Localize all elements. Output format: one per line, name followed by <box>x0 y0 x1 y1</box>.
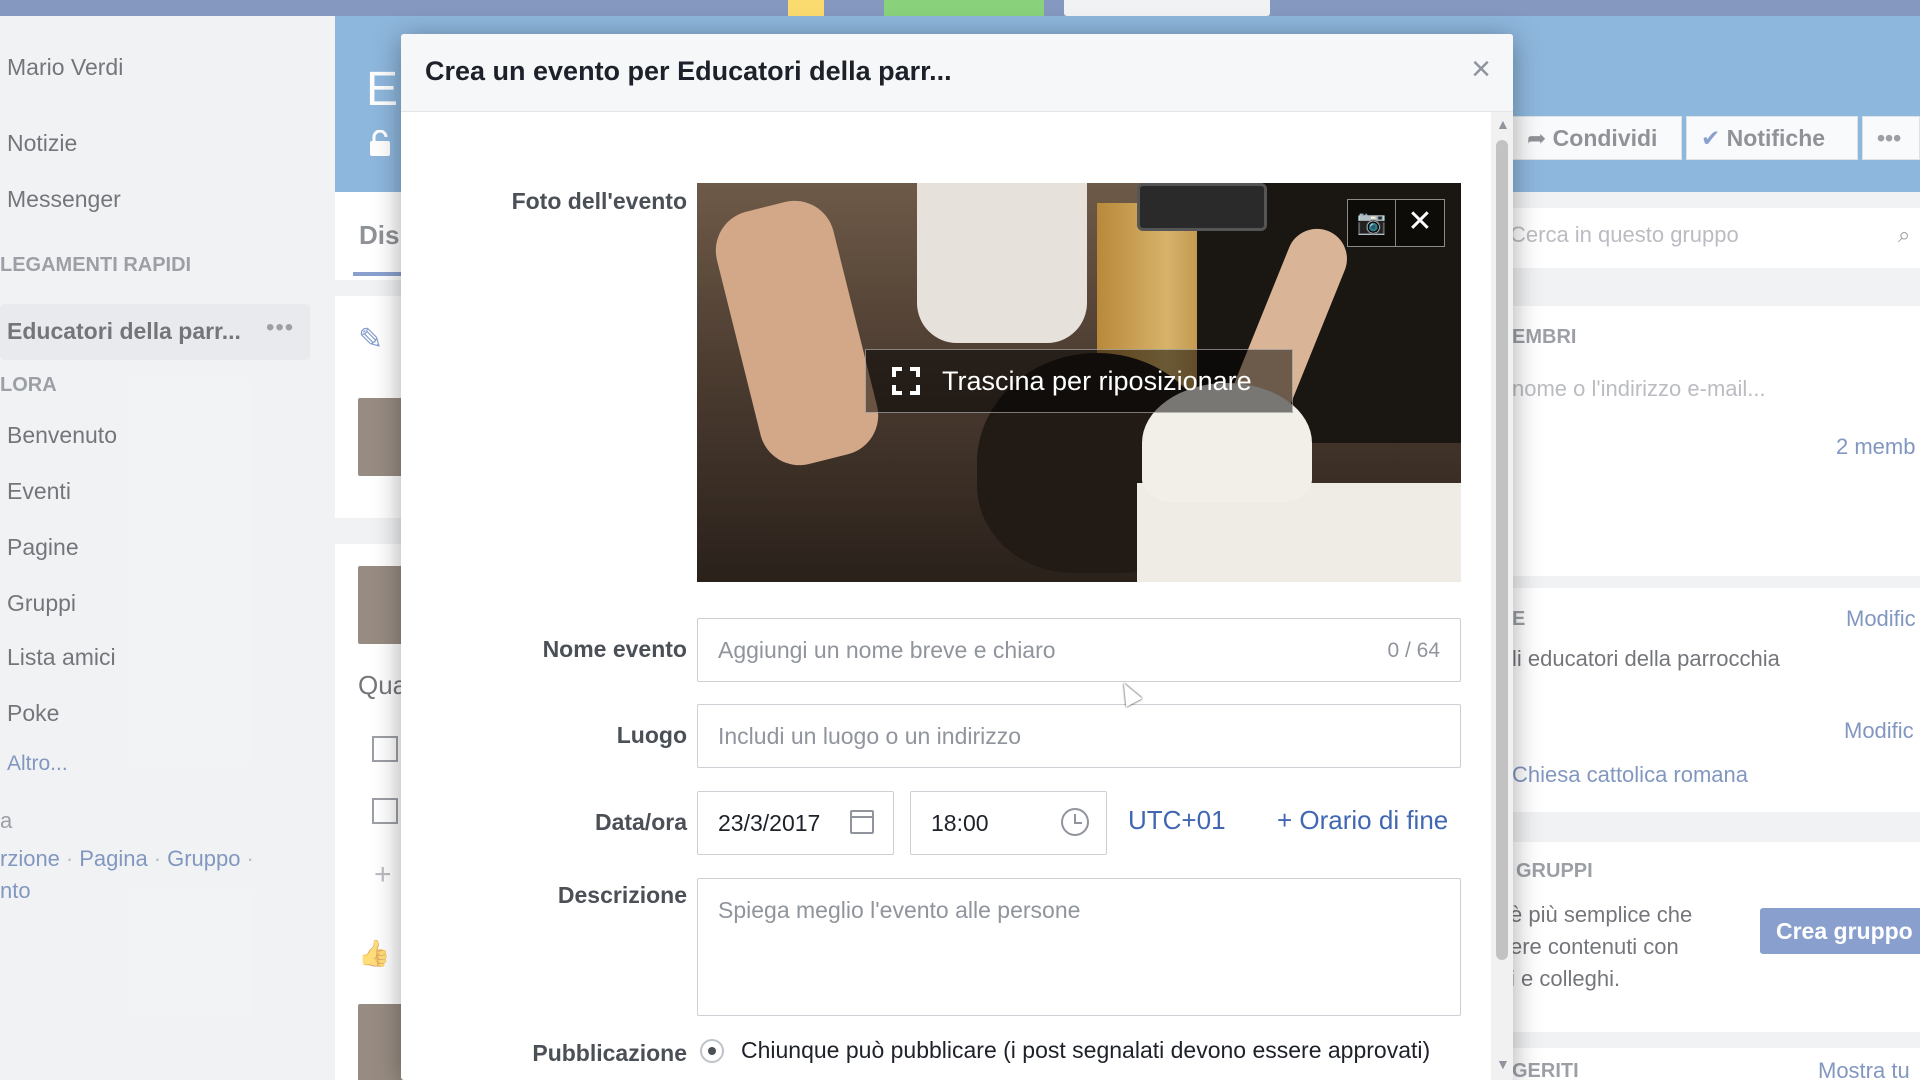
photo-layer <box>917 183 1087 343</box>
timezone-link[interactable]: UTC+01 <box>1128 805 1226 836</box>
date-value: 23/3/2017 <box>718 810 821 836</box>
add-end-time-link[interactable]: + Orario di fine <box>1277 805 1448 836</box>
time-input[interactable]: 18:00 <box>910 791 1107 855</box>
character-counter: 0 / 64 <box>1387 639 1440 662</box>
calendar-icon[interactable] <box>850 810 874 834</box>
posting-radio[interactable] <box>700 1039 724 1063</box>
event-name-label: Nome evento <box>542 636 687 662</box>
description-label: Descrizione <box>557 882 687 908</box>
event-name-placeholder: Aggiungi un nome breve e chiaro <box>718 637 1056 663</box>
datetime-label: Data/ora <box>594 809 687 835</box>
close-icon[interactable]: × <box>1463 50 1499 90</box>
date-input[interactable]: 23/3/2017 <box>697 791 894 855</box>
create-event-dialog: Crea un evento per Educatori della parr.… <box>401 34 1513 1080</box>
drag-hint-label: Trascina per riposizionare <box>942 366 1252 396</box>
location-label: Luogo <box>616 722 687 748</box>
dialog-scrollbar[interactable]: ▲ ▼ <box>1491 112 1513 1080</box>
drag-to-reposition-hint[interactable]: Trascina per riposizionare <box>865 349 1293 413</box>
dialog-title: Crea un evento per Educatori della parr.… <box>425 56 952 86</box>
location-placeholder: Includi un luogo o un indirizzo <box>718 723 1022 749</box>
clock-icon[interactable] <box>1061 808 1089 836</box>
camera-icon[interactable]: 📷 <box>1348 200 1396 246</box>
remove-photo-icon[interactable]: ✕ <box>1396 200 1444 246</box>
description-textarea[interactable]: Spiega meglio l'evento alle persone <box>697 878 1461 1016</box>
time-value: 18:00 <box>931 810 989 836</box>
location-input[interactable]: Includi un luogo o un indirizzo <box>697 704 1461 768</box>
event-name-input[interactable]: Aggiungi un nome breve e chiaro 0 / 64 <box>697 618 1461 682</box>
event-photo[interactable]: 📷 ✕ Trascina per riposizionare <box>697 183 1461 582</box>
description-placeholder: Spiega meglio l'evento alle persone <box>718 897 1081 923</box>
photo-layer <box>1137 183 1267 231</box>
scrollbar-thumb[interactable] <box>1496 140 1508 960</box>
photo-label: Foto dell'evento <box>511 188 687 214</box>
expand-icon <box>892 367 920 395</box>
posting-label: Pubblicazione <box>532 1040 687 1066</box>
dialog-header: Crea un evento per Educatori della parr.… <box>401 34 1513 112</box>
scroll-up-icon[interactable]: ▲ <box>1496 116 1510 132</box>
scroll-down-icon[interactable]: ▼ <box>1496 1056 1510 1072</box>
posting-option-label: Chiunque può pubblicare (i post segnalat… <box>741 1037 1431 1063</box>
photo-actions: 📷 ✕ <box>1347 199 1445 247</box>
